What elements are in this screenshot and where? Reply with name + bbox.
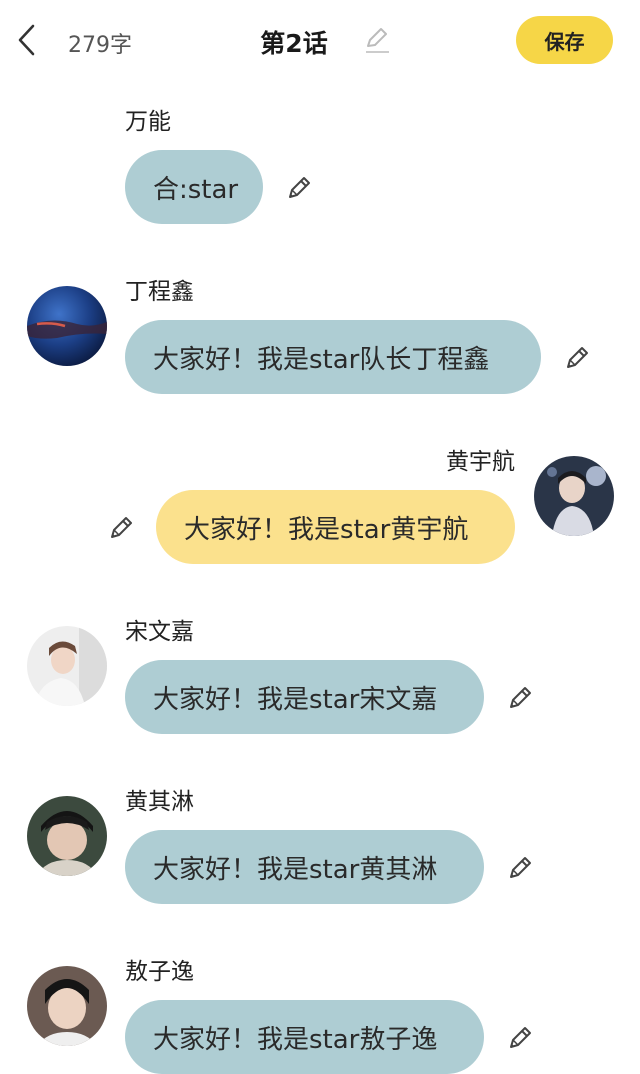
- pencil-icon: [505, 1023, 535, 1053]
- back-button[interactable]: [12, 22, 42, 58]
- avatar[interactable]: [534, 456, 614, 536]
- pencil-icon: [562, 343, 592, 373]
- save-button[interactable]: 保存: [516, 16, 613, 64]
- message-bubble[interactable]: 大家好！我是star队长丁程鑫: [125, 320, 541, 394]
- speaker-name: 敖子逸: [125, 959, 194, 985]
- chevron-left-icon: [18, 24, 35, 56]
- speaker-name: 万能: [125, 109, 171, 135]
- message-bubble[interactable]: 大家好！我是star黄其淋: [125, 830, 484, 904]
- pencil-icon: [284, 173, 314, 203]
- speaker-name: 宋文嘉: [125, 619, 194, 645]
- message-bubble[interactable]: 大家好！我是star敖子逸: [125, 1000, 484, 1074]
- speaker-name: 黄其淋: [125, 789, 194, 815]
- avatar-image: [27, 286, 107, 366]
- edit-message-button[interactable]: [284, 173, 314, 203]
- avatar[interactable]: [27, 626, 107, 706]
- message-bubble[interactable]: 合:star: [125, 150, 263, 224]
- avatar[interactable]: [27, 286, 107, 366]
- avatar-image: [27, 796, 107, 876]
- avatar-image: [27, 626, 107, 706]
- pencil-icon: [366, 28, 389, 53]
- speaker-name: 丁程鑫: [125, 279, 194, 305]
- title-edit-button[interactable]: [362, 24, 392, 54]
- edit-message-button[interactable]: [562, 343, 592, 373]
- message-bubble[interactable]: 大家好！我是star黄宇航: [156, 490, 515, 564]
- pencil-icon: [106, 513, 136, 543]
- edit-message-button[interactable]: [505, 853, 535, 883]
- pencil-icon: [505, 683, 535, 713]
- edit-message-button[interactable]: [505, 1023, 535, 1053]
- speaker-name: 黄宇航: [446, 449, 515, 475]
- avatar[interactable]: [27, 966, 107, 1046]
- edit-message-button[interactable]: [505, 683, 535, 713]
- pencil-icon: [505, 853, 535, 883]
- chapter-title: 第2话: [260, 29, 328, 58]
- avatar-image: [534, 456, 614, 536]
- top-bar: 279字 第2话 保存: [0, 0, 640, 82]
- avatar-image: [27, 966, 107, 1046]
- word-count: 279字: [68, 33, 132, 58]
- avatar[interactable]: [27, 796, 107, 876]
- message-bubble[interactable]: 大家好！我是star宋文嘉: [125, 660, 484, 734]
- edit-message-button[interactable]: [106, 513, 136, 543]
